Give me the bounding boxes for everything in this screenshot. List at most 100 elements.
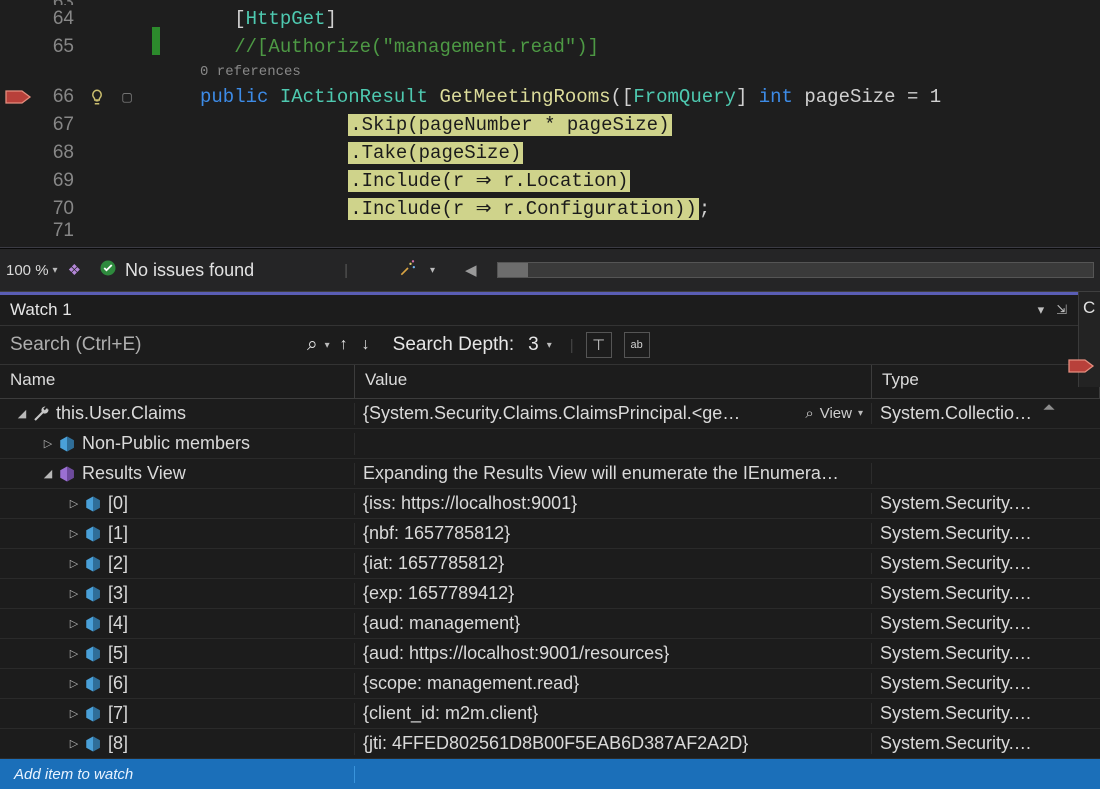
cube-icon: [82, 553, 104, 575]
line-number: 69: [36, 167, 80, 195]
watch-value: Expanding the Results View will enumerat…: [363, 463, 839, 484]
watch-row-item[interactable]: ▷[1]{nbf: 1657785812}System.Security.…: [0, 519, 1100, 549]
watch-name: this.User.Claims: [56, 403, 186, 424]
window-position-icon[interactable]: ▾: [1038, 302, 1045, 318]
expand-icon[interactable]: ▷: [66, 587, 82, 600]
watch-row-item[interactable]: ▷[3]{exp: 1657789412}System.Security.…: [0, 579, 1100, 609]
line-number: 65: [36, 33, 80, 61]
collapse-icon[interactable]: ◢: [40, 467, 56, 480]
watch-name: Results View: [82, 463, 186, 484]
search-down-icon[interactable]: ↓: [362, 336, 370, 354]
watch-panel: Watch 1 ▾ ⇲ ✕ ⌕▾ ↑ ↓ Search Depth: 3 ▾ |…: [0, 292, 1100, 782]
expand-icon[interactable]: ▷: [66, 647, 82, 660]
adjacent-panel-sliver: C: [1078, 292, 1100, 387]
expand-icon[interactable]: ▷: [66, 737, 82, 750]
watch-row-item[interactable]: ▷[6]{scope: management.read}System.Secur…: [0, 669, 1100, 699]
column-type[interactable]: Type: [872, 365, 1100, 398]
watch-name: [3]: [108, 583, 128, 604]
watch-row-nonpublic[interactable]: ▷ Non-Public members: [0, 429, 1100, 459]
horizontal-scrollbar[interactable]: [497, 262, 1094, 278]
code-line[interactable]: .Include(r ⇒ r.Location): [200, 167, 1100, 195]
search-icon[interactable]: ⌕: [307, 334, 318, 356]
watch-row-item[interactable]: ▷[8]{jti: 4FFED802561D8B00F5EAB6D387AF2A…: [0, 729, 1100, 759]
toolbar-toggle-a[interactable]: ⊤: [586, 332, 612, 358]
adjacent-panel-letter: C: [1079, 292, 1100, 324]
code-line[interactable]: .Take(pageSize): [200, 139, 1100, 167]
watch-grid-header: Name Value Type: [0, 365, 1100, 399]
editor-status-bar: 100 % ▾ ❖ No issues found | ▾ ◀: [0, 248, 1100, 292]
watch-row-item[interactable]: ▷[4]{aud: management}System.Security.…: [0, 609, 1100, 639]
expand-icon[interactable]: ▷: [66, 677, 82, 690]
scroll-left-icon[interactable]: ◀: [465, 261, 477, 279]
expand-icon[interactable]: ▷: [66, 497, 82, 510]
code-line[interactable]: [[HttpGet]HttpGet]: [200, 5, 1100, 33]
watch-type: System.Collectio…: [872, 403, 1100, 424]
watch-name: [1]: [108, 523, 128, 544]
watch-row-item[interactable]: ▷[0]{iss: https://localhost:9001}System.…: [0, 489, 1100, 519]
watch-row-item[interactable]: ▷[7]{client_id: m2m.client}System.Securi…: [0, 699, 1100, 729]
expand-icon[interactable]: ▷: [66, 527, 82, 540]
search-input[interactable]: [0, 330, 300, 360]
watch-type: System.Security.…: [872, 733, 1100, 754]
expand-icon[interactable]: ▷: [66, 557, 82, 570]
watch-row-item[interactable]: ▷[5]{aud: https://localhost:9001/resourc…: [0, 639, 1100, 669]
watch-row-results[interactable]: ◢ Results View Expanding the Results Vie…: [0, 459, 1100, 489]
cube-icon: [56, 463, 78, 485]
breakpoint-icon[interactable]: [0, 89, 36, 105]
watch-type: System.Security.…: [872, 673, 1100, 694]
expand-icon[interactable]: ▷: [66, 617, 82, 630]
cube-icon: [82, 613, 104, 635]
search-depth-value[interactable]: 3: [528, 334, 539, 356]
pin-icon[interactable]: ⇲: [1056, 302, 1067, 318]
zoom-level[interactable]: 100 % ▾: [6, 262, 58, 279]
vertical-scroll-up-icon[interactable]: [1042, 400, 1058, 420]
code-line[interactable]: //[Authorize("management.read")]: [200, 33, 1100, 61]
search-depth-label: Search Depth:: [393, 334, 514, 356]
watch-row-root[interactable]: ◢ this.User.Claims {System.Security.Clai…: [0, 399, 1100, 429]
cleanup-icon[interactable]: [398, 258, 418, 282]
fold-toggle[interactable]: ▢: [114, 83, 140, 111]
watch-value: {exp: 1657789412}: [363, 583, 514, 604]
cube-icon: [82, 493, 104, 515]
column-name[interactable]: Name: [0, 365, 355, 398]
watch-type: System.Security.…: [872, 703, 1100, 724]
toolbar-toggle-b[interactable]: ab: [624, 332, 650, 358]
code-line[interactable]: .Skip(pageNumber * pageSize): [200, 111, 1100, 139]
view-link[interactable]: View: [820, 405, 852, 422]
watch-value: {iss: https://localhost:9001}: [363, 493, 577, 514]
watch-name: [5]: [108, 643, 128, 664]
health-indicator-icon[interactable]: ❖: [68, 261, 81, 279]
breakpoint-icon: [1067, 358, 1095, 378]
change-marker: [152, 27, 160, 55]
wrench-icon: [30, 403, 52, 425]
add-watch-row[interactable]: Add item to watch: [0, 759, 1100, 789]
collapse-icon[interactable]: ◢: [14, 407, 30, 420]
cube-icon: [82, 703, 104, 725]
codelens-references[interactable]: 0 references: [200, 58, 1100, 86]
code-editor[interactable]: 63 64 [[HttpGet]HttpGet] 65 //[Authorize…: [0, 0, 1100, 248]
code-line[interactable]: public IActionResult GetMeetingRooms([Fr…: [200, 83, 1100, 111]
expand-icon[interactable]: ▷: [66, 707, 82, 720]
expand-icon[interactable]: ▷: [40, 437, 56, 450]
watch-row-item[interactable]: ▷[2]{iat: 1657785812}System.Security.…: [0, 549, 1100, 579]
search-up-icon[interactable]: ↑: [340, 336, 348, 354]
watch-name: Non-Public members: [82, 433, 250, 454]
watch-grid-body: ◢ this.User.Claims {System.Security.Clai…: [0, 399, 1100, 789]
watch-name: [2]: [108, 553, 128, 574]
line-number: 64: [36, 5, 80, 33]
code-line[interactable]: .Include(r ⇒ r.Configuration));: [200, 195, 1100, 223]
magnifier-icon[interactable]: ⌕: [805, 405, 813, 422]
check-icon: [99, 259, 117, 281]
watch-value: {System.Security.Claims.ClaimsPrincipal.…: [363, 403, 740, 424]
watch-name: [6]: [108, 673, 128, 694]
cube-icon: [82, 523, 104, 545]
watch-type: System.Security.…: [872, 643, 1100, 664]
cube-icon: [82, 643, 104, 665]
lightbulb-icon[interactable]: [80, 88, 114, 106]
cube-icon: [82, 673, 104, 695]
panel-title: Watch 1: [10, 300, 72, 320]
watch-type: System.Security.…: [872, 553, 1100, 574]
watch-type: System.Security.…: [872, 493, 1100, 514]
line-number: 66: [36, 83, 80, 111]
column-value[interactable]: Value: [355, 365, 872, 398]
